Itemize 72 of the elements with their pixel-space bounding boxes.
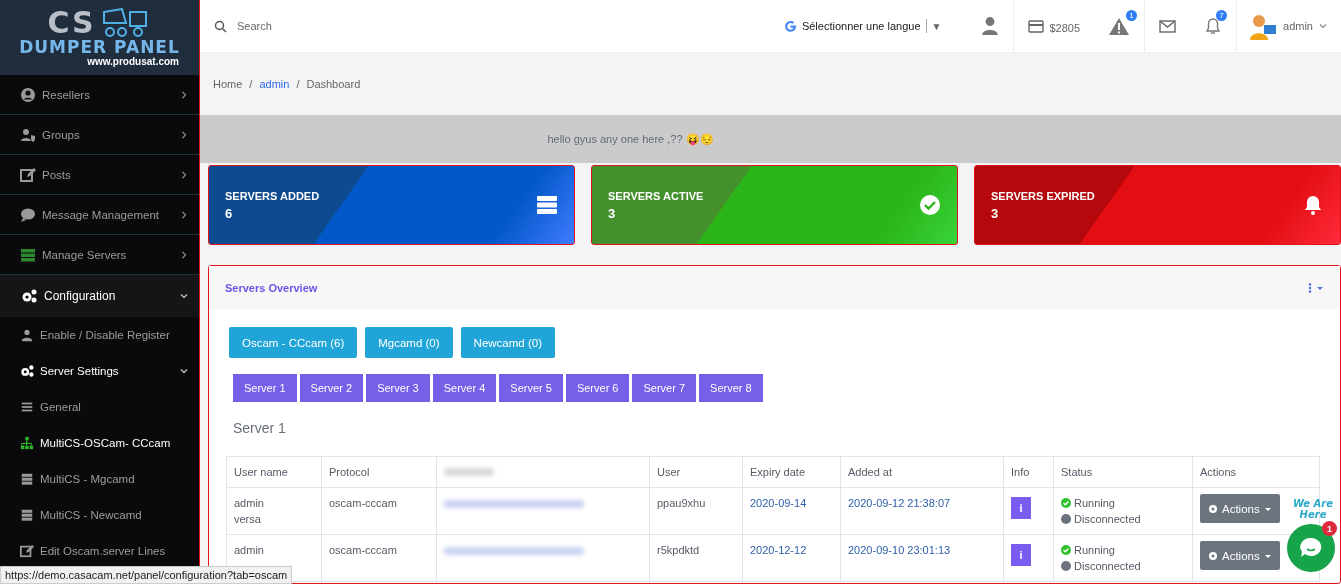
sidebar-item[interactable]: Configuration (0, 275, 199, 317)
user-menu[interactable]: admin (1283, 20, 1313, 32)
language-select[interactable]: Sélectionner une langue (801, 20, 921, 32)
sidebar-item[interactable]: Resellers (0, 75, 199, 115)
stat-value: 3 (608, 205, 617, 221)
column-header: Expiry date (742, 456, 841, 488)
section-heading: Server 1 (233, 420, 287, 436)
notification-badge: 7 (1216, 10, 1228, 21)
sidebar-item[interactable]: Groups (0, 115, 199, 155)
column-header: User (649, 456, 743, 488)
sidebar-item[interactable]: Enable / Disable Register (0, 317, 199, 353)
breadcrumb-separator: / (249, 78, 253, 90)
balance-amount: $2805 (1049, 22, 1081, 34)
server-tab[interactable]: Server 1 (233, 374, 297, 402)
column-header: Info (1003, 456, 1054, 488)
status-label: Disconnected (1061, 513, 1185, 525)
actions-button[interactable]: Actions (1200, 494, 1280, 523)
column-header: Status (1053, 456, 1193, 488)
breadcrumb-link[interactable]: Home (213, 78, 243, 90)
sidebar-item[interactable]: General (0, 389, 199, 425)
column-header: User name (226, 456, 322, 488)
status-label: Running (1061, 497, 1185, 509)
server-tab[interactable]: Server 6 (565, 374, 630, 402)
table-cell: r5kpdktd (649, 534, 743, 582)
dropdown-caret[interactable]: ▼ (931, 20, 942, 32)
table-cell: admin versa (226, 487, 322, 535)
panel-title: Servers Overview (225, 281, 318, 294)
column-header: Added at (840, 456, 1004, 488)
stat-value: 3 (991, 205, 1000, 221)
sidebar-item[interactable]: MultiCS - Mgcamd (0, 461, 199, 497)
sidebar-item[interactable]: Edit Oscam.server Lines (0, 533, 199, 569)
server-tab[interactable]: Server 4 (432, 374, 497, 402)
table-cell: oscam-cccam (321, 534, 437, 582)
status-label: Disconnected (1061, 560, 1185, 572)
protocol-tab[interactable]: Newcamd (0) (460, 327, 555, 358)
server-tab[interactable]: Server 5 (499, 374, 563, 402)
table-cell: 2020-12-12 (742, 534, 841, 582)
info-button[interactable]: i (1011, 497, 1031, 519)
server-tab[interactable]: Server 8 (699, 374, 763, 402)
column-header: Actions (1192, 456, 1320, 488)
breadcrumb-link[interactable]: admin (259, 78, 290, 90)
sidebar-item[interactable]: Server Settings (0, 353, 199, 389)
server-tab[interactable]: Server 7 (632, 374, 697, 402)
search-field[interactable]: Search (235, 19, 439, 33)
announcement-text: hello gyus any one here ,?? 😝😔 (547, 132, 714, 146)
alert-badge: 1 (1126, 10, 1138, 21)
sidebar-item[interactable]: Posts (0, 155, 199, 195)
status-url: https://demo.casacam.net/panel/configuration?tab=oscam (0, 566, 293, 584)
stat-title: SERVERS EXPIRED (991, 189, 1095, 202)
server-tab[interactable]: Server 3 (366, 374, 430, 402)
column-header: Protocol (321, 456, 437, 488)
sidebar-item[interactable]: Message Management (0, 195, 199, 235)
stat-value: 6 (225, 205, 234, 221)
breadcrumb-separator: / (296, 78, 300, 90)
protocol-tab[interactable]: Oscam - CCcam (6) (229, 327, 358, 358)
breadcrumb-current: Dashboard (306, 78, 361, 90)
sidebar-item[interactable]: MultiCS-OSCam- CCcam (0, 425, 199, 461)
stat-title: SERVERS ACTIVE (608, 189, 704, 202)
stat-title: SERVERS ADDED (225, 189, 320, 202)
server-tab[interactable]: Server 2 (299, 374, 364, 402)
sidebar-item[interactable]: MultiCS - Newcamd (0, 497, 199, 533)
table-cell: 2020-09-12 21:38:07 (840, 487, 1004, 535)
table-cell: ppau9xhu (649, 487, 743, 535)
chat-caption: We Are Here (1291, 498, 1335, 520)
info-button[interactable]: i (1011, 544, 1031, 566)
table-cell: oscam-cccam (321, 487, 437, 535)
protocol-tab[interactable]: Mgcamd (0) (365, 327, 453, 358)
actions-button[interactable]: Actions (1200, 541, 1280, 570)
table-cell: 2020-09-10 23:01:13 (840, 534, 1004, 582)
table-cell: 2020-09-14 (742, 487, 841, 535)
status-label: Running (1061, 544, 1185, 556)
logo: CS DUMPER PANEL www.produsat.com (0, 0, 199, 75)
